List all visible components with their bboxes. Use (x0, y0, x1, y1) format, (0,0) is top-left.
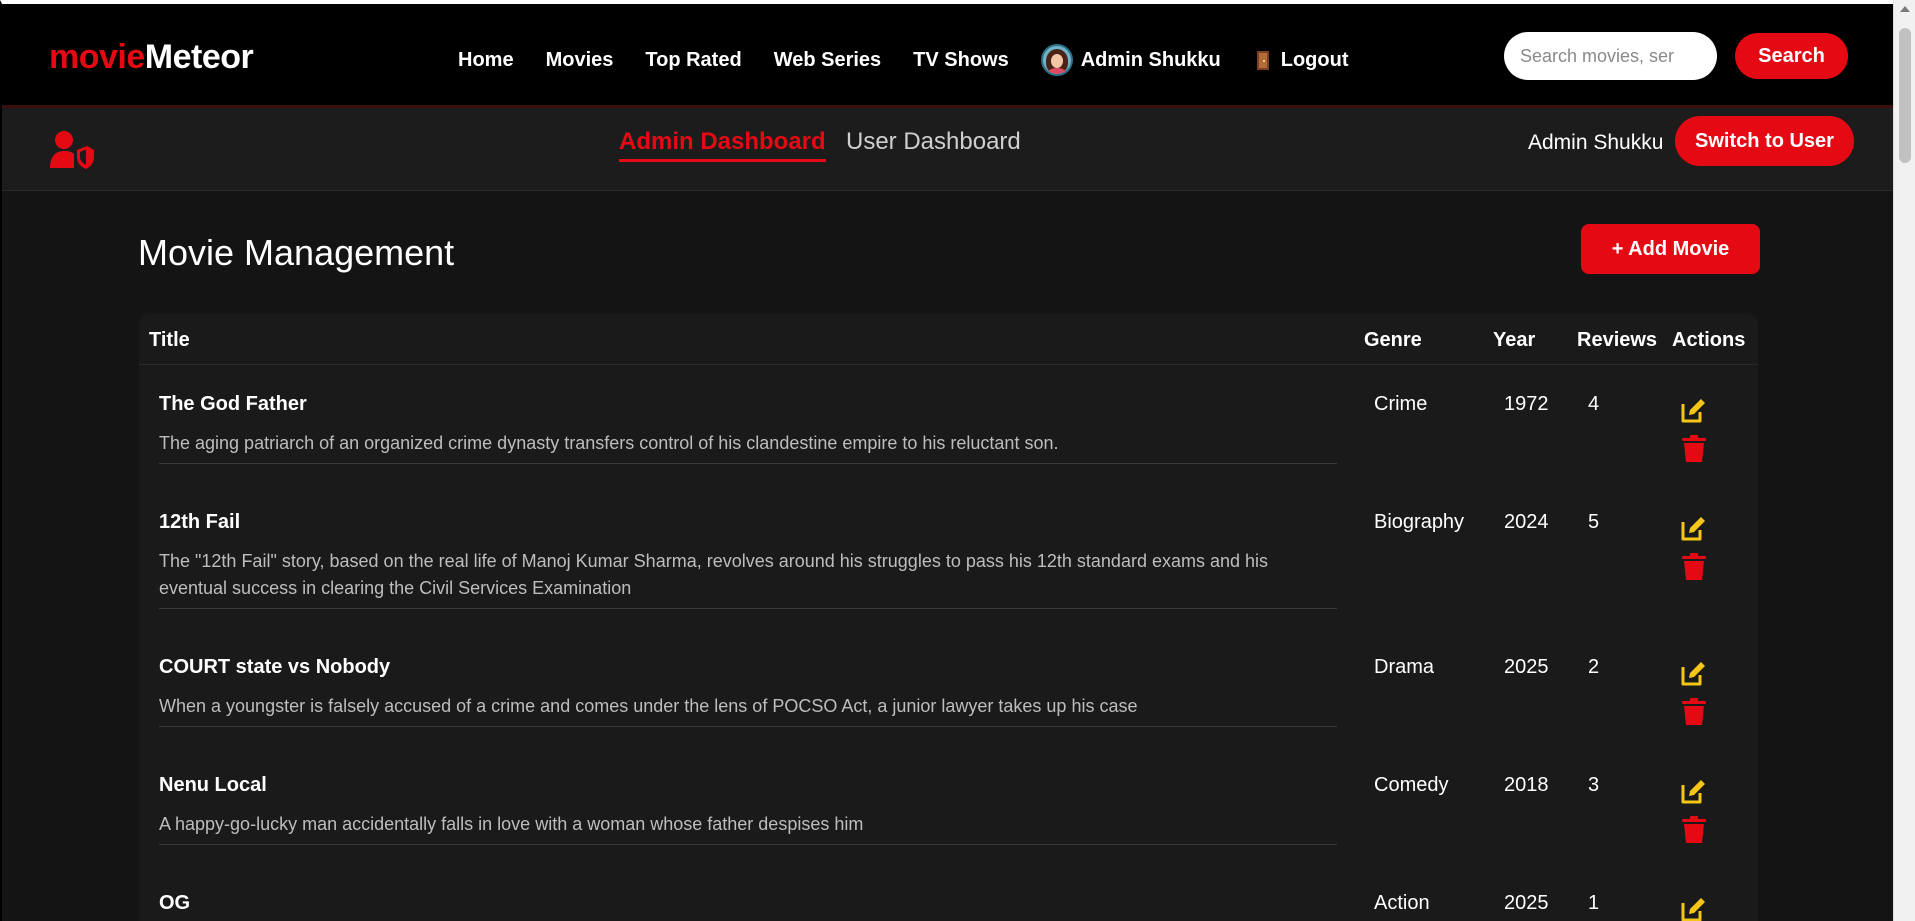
movie-title: The God Father (159, 393, 307, 415)
edit-icon[interactable] (1679, 896, 1707, 921)
add-movie-button[interactable]: + Add Movie (1581, 224, 1760, 274)
movie-genre: Comedy (1374, 774, 1449, 796)
nav-link-movies[interactable]: Movies (546, 49, 614, 72)
page-scrollbar[interactable] (1893, 0, 1915, 921)
movie-genre: Biography (1374, 511, 1465, 533)
dashboard-subheader: Admin Dashboard User Dashboard Admin Shu… (2, 108, 1893, 191)
avatar (1040, 44, 1073, 76)
row-divider (159, 463, 1337, 464)
nav-link-top-rated[interactable]: Top Rated (645, 49, 741, 72)
table-header: Title Genre Year Reviews Actions (139, 314, 1758, 365)
edit-icon[interactable] (1679, 397, 1707, 425)
trash-icon[interactable] (1682, 698, 1706, 726)
tab-admin-dashboard[interactable]: Admin Dashboard (619, 128, 826, 162)
column-header-reviews: Reviews (1577, 329, 1658, 351)
movie-year: 2018 (1504, 774, 1549, 796)
nav-link-web-series[interactable]: Web Series (774, 49, 881, 72)
nav-user-name: Admin Shukku (1080, 48, 1221, 71)
search-input[interactable] (1504, 32, 1717, 80)
page-title: Movie Management (138, 232, 455, 273)
movie-description: A happy-go-lucky man accidentally falls … (159, 814, 864, 834)
brand-part-2: Meteor (144, 38, 254, 76)
edit-icon[interactable] (1679, 660, 1707, 688)
movie-title: Nenu Local (159, 774, 267, 796)
movie-genre: Action (1374, 892, 1430, 914)
edit-icon[interactable] (1679, 515, 1707, 543)
movie-description: The aging patriarch of an organized crim… (159, 433, 1059, 453)
row-divider (159, 608, 1337, 609)
movie-reviews: 4 (1588, 393, 1600, 415)
trash-icon[interactable] (1682, 553, 1706, 581)
movie-year: 2025 (1504, 656, 1549, 678)
movie-reviews: 1 (1588, 892, 1600, 914)
scrollbar-thumb[interactable] (1899, 28, 1911, 163)
movie-title: COURT state vs Nobody (159, 656, 391, 678)
brand-part-1: movie (49, 38, 145, 76)
nav-link-tv-shows[interactable]: TV Shows (913, 49, 1009, 72)
movie-title: OG (159, 892, 191, 914)
movie-year: 1972 (1504, 393, 1549, 415)
top-navbar: movieMeteor Home Movies Top Rated Web Se… (2, 4, 1893, 108)
movie-reviews: 2 (1588, 656, 1600, 678)
trash-icon[interactable] (1682, 816, 1706, 844)
logout-label: Logout (1280, 48, 1349, 71)
movie-reviews: 3 (1588, 774, 1600, 796)
nav-link-home[interactable]: Home (458, 49, 514, 72)
app-window: movieMeteor Home Movies Top Rated Web Se… (0, 0, 1893, 921)
row-divider (159, 844, 1337, 845)
movie-year: 2024 (1504, 511, 1549, 533)
movie-reviews: 5 (1588, 511, 1600, 533)
trash-icon[interactable] (1682, 435, 1706, 463)
door-icon (1256, 50, 1269, 70)
logout-link[interactable]: Logout (1256, 48, 1349, 72)
column-header-genre: Genre (1364, 329, 1422, 351)
edit-icon[interactable] (1679, 778, 1707, 806)
movie-description: When a youngster is falsely accused of a… (159, 696, 1138, 716)
movie-description: The "12th Fail" story, based on the real… (159, 551, 1269, 598)
column-header-actions: Actions (1672, 329, 1746, 351)
main-nav: Home Movies Top Rated Web Series TV Show… (458, 44, 1349, 76)
column-header-year: Year (1493, 329, 1536, 351)
movie-genre: Drama (1374, 656, 1435, 678)
search-button[interactable]: Search (1735, 33, 1848, 79)
movie-table: Title Genre Year Reviews Actions The God… (139, 314, 1758, 921)
movie-title: 12th Fail (159, 511, 241, 533)
row-divider (159, 726, 1337, 727)
movie-year: 2025 (1504, 892, 1549, 914)
dashboard-user-name: Admin Shukku (1528, 131, 1664, 154)
movie-genre: Crime (1374, 393, 1428, 415)
user-shield-icon (50, 131, 94, 169)
nav-user-profile[interactable]: Admin Shukku (1040, 44, 1221, 76)
brand-logo[interactable]: movieMeteor (49, 38, 254, 77)
column-header-title: Title (149, 329, 190, 351)
tab-user-dashboard[interactable]: User Dashboard (846, 128, 1021, 156)
scroll-up-arrow-icon[interactable] (1900, 6, 1910, 12)
switch-to-user-button[interactable]: Switch to User (1675, 116, 1854, 166)
